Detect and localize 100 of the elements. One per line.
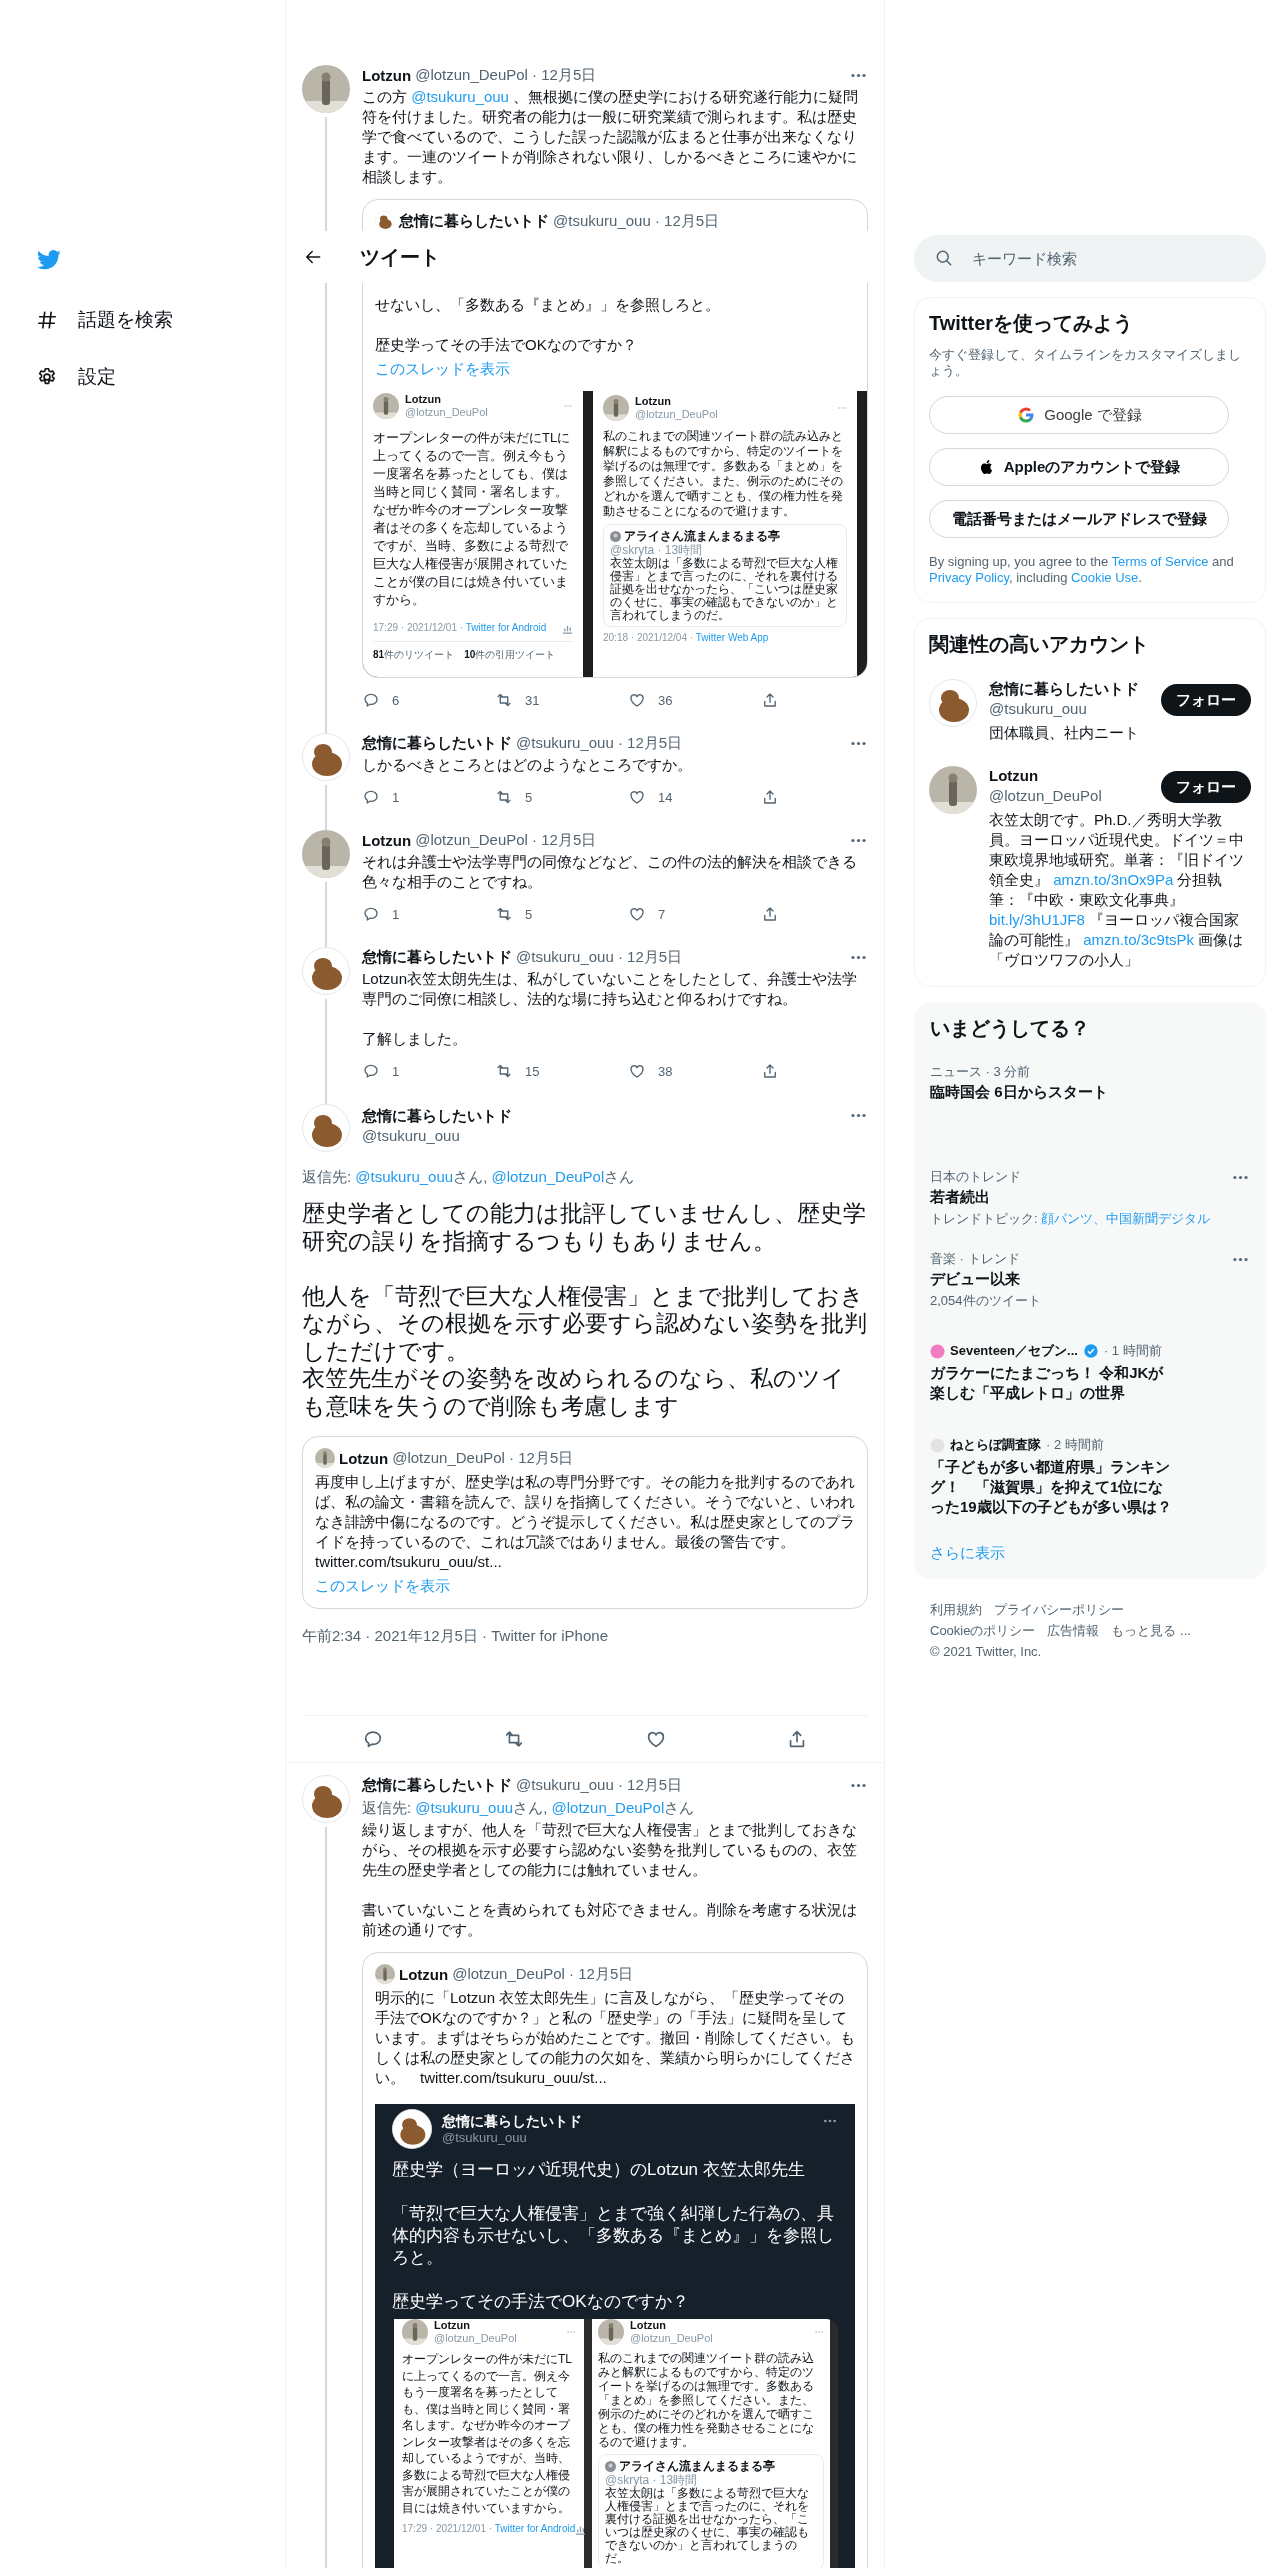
user-handle: @tsukuru_ouu xyxy=(989,699,1088,719)
avatar xyxy=(392,2109,432,2149)
avatar[interactable] xyxy=(302,830,350,878)
user-name[interactable]: 怠惰に暮らしたいトド xyxy=(989,679,1139,699)
user-name[interactable]: 怠惰に暮らしたいトド xyxy=(362,1106,512,1126)
share-icon[interactable] xyxy=(761,788,779,806)
tweet-meta: @skryta · 13時間 xyxy=(610,543,703,557)
user-name[interactable]: Lotzun xyxy=(989,766,1102,786)
retweet-icon[interactable] xyxy=(495,1062,513,1080)
nav-link[interactable]: 話題を検索 xyxy=(36,307,173,333)
trend-meta: 日本のトレンド xyxy=(930,1169,1021,1185)
footer-link[interactable]: 利用規約 xyxy=(930,1599,982,1620)
retweet-icon[interactable] xyxy=(495,788,513,806)
avatar[interactable] xyxy=(302,1104,350,1152)
count-text: 10件の引用ツイート xyxy=(464,648,556,662)
footer-link[interactable]: もっと見る ... xyxy=(1111,1620,1191,1641)
signup-button[interactable]: Appleのアカウントで登録 xyxy=(929,448,1229,486)
tweet-text: 衣笠太朗は「多数による苛烈で巨大な人権侵害」とまで言ったのに、それを裏付ける証拠を出せなかったら、「こいつは歴史家のくせに、事実の確認もできないのか」と言われてしまうのだ。 xyxy=(605,2487,810,2565)
trend-meta: · 2 時間前 xyxy=(1046,1437,1104,1453)
like-icon[interactable] xyxy=(628,691,646,709)
user-handle: @tsukuru_ouu xyxy=(442,2130,528,2146)
count-text: 81件のリツイート xyxy=(373,648,455,662)
user-name[interactable]: Lotzun xyxy=(362,831,412,849)
avatar xyxy=(402,2319,428,2345)
retweet-count: 5 xyxy=(525,789,533,805)
user-name: 怠惰に暮らしたいトド xyxy=(442,2112,582,2130)
reply-count: 6 xyxy=(392,692,400,708)
quoted-tweet[interactable] xyxy=(362,1952,868,2568)
footer-link[interactable]: 広告情報 xyxy=(1047,1620,1100,1641)
follow-button[interactable]: フォロー xyxy=(1161,684,1251,716)
share-icon[interactable] xyxy=(761,905,779,923)
copyright-text: © 2021 Twitter, Inc. xyxy=(930,1643,1043,1661)
user-name: Lotzun xyxy=(339,1449,389,1467)
tweet-text: オープンレターの件が未だにTLに上ってくるので一言。例え今もう一度署名を募ったとしても、僕は当時と同じく賛同・署名します。なぜか昨今のオープンレター攻撃者はその多くを忘却しているようですが、当時、多数による苛烈で巨大な人権侵害が展開されていたことが僕の目には焼き付いていますから。 xyxy=(402,2351,573,2516)
user-handle: @lotzun_DeuPol xyxy=(989,786,1102,806)
reply-icon[interactable] xyxy=(362,905,380,923)
quoted-tweet[interactable] xyxy=(302,1436,868,1609)
like-icon[interactable] xyxy=(628,905,646,923)
share-icon[interactable] xyxy=(761,691,779,709)
user-name[interactable]: 怠惰に暮らしたいトド xyxy=(362,733,512,753)
tweet-text: せないし、「多数ある『まとめ』」を参照しろと。 xyxy=(375,295,721,315)
avatar[interactable] xyxy=(302,65,350,113)
nav-link[interactable]: 設定 xyxy=(36,364,116,390)
tweet-text: 私のこれまでの関連ツイート群の読み込みと解釈によるものですから、特定のツイートを挙げるのは無理です。多数ある「まとめ」を参照してください。また、例示のためにそのどれかを選んで晒すことも、僕の権力性を発動させることになるので避けます。 xyxy=(598,2351,815,2449)
hashtag-icon[interactable] xyxy=(36,309,58,331)
tweet-text: 衣笠先生がその姿勢を改められるのなら、私のツイも意味を失うので削除も考慮します xyxy=(302,1365,846,1420)
trend-item[interactable]: 音楽 · トレンド デビュー以来 2,054件のツイート xyxy=(914,1239,1266,1321)
avatar xyxy=(605,2460,616,2472)
retweet-count: 15 xyxy=(525,1063,540,1079)
user-name: Lotzun xyxy=(405,393,443,406)
signup-button[interactable]: 電話番号またはメールアドレスで登録 xyxy=(929,500,1229,538)
user-name[interactable]: 怠惰に暮らしたいトド xyxy=(362,1775,512,1795)
like-count: 7 xyxy=(658,906,666,922)
tweet-meta: @tsukuru_ouu · 12月5日 xyxy=(553,211,720,231)
tweet-timestamp: 17:29 · 2021/12/01 · Twitter for Android xyxy=(402,2522,576,2536)
user-handle: @lotzun_DeuPol xyxy=(635,408,718,421)
user-name[interactable]: 怠惰に暮らしたいトド xyxy=(362,947,512,967)
tweet-text: 再度申し上げますが、歴史学は私の専門分野です。その能力を批判するのであれば、私の論文・書籍を読んで、誤りを指摘してください。そうでないと、いわれなき誹謗中傷になるのです。どうぞ提示してください。私は歴史家としてのプライドを持っているので、これは冗談ではありません。最後の警告です。 xyxy=(315,1472,855,1552)
tweet-text: 歴史学ってその手法でOKなのですか？ xyxy=(375,335,638,355)
attached-image[interactable] xyxy=(363,391,867,677)
avatar xyxy=(315,1448,335,1468)
tweet-timestamp: 20:18 · 2021/12/04 · Twitter Web App xyxy=(603,631,769,645)
signup-button[interactable]: Google で登録 xyxy=(929,396,1229,434)
footer-link[interactable]: Cookieのポリシー xyxy=(930,1620,1036,1641)
retweet-icon[interactable] xyxy=(495,691,513,709)
tweet-text: 歴史学ってその手法でOKなのですか？ xyxy=(392,2291,690,2313)
search-field[interactable]: キーワード検索 xyxy=(914,235,1266,282)
avatar[interactable] xyxy=(929,679,977,727)
tweet-meta: @skryta · 13時間 xyxy=(605,2473,698,2487)
retweet-icon[interactable] xyxy=(495,905,513,923)
tweet-text: それは弁護士や法学専門の同僚などなど、この件の法的解決を相談できる色々な相手のことですね。 xyxy=(362,852,858,892)
avatar[interactable] xyxy=(302,947,350,995)
trend-title: 臨時国会 6日からスタート xyxy=(930,1082,1109,1102)
avatar[interactable] xyxy=(929,766,977,814)
trend-meta: ニュース · 3 分前 xyxy=(930,1064,1032,1080)
terms-text: By signing up, you agree to the Terms of Service and Privacy Policy, including Cookie Use. xyxy=(929,554,1235,586)
user-name[interactable]: Lotzun xyxy=(362,66,412,84)
footer-link[interactable]: プライバシーポリシー xyxy=(994,1599,1124,1620)
trend-meta: · 1 時間前 xyxy=(1103,1343,1162,1359)
trend-item[interactable]: Seventeen／セブン... · 1 時間前 ガラケーにたまごっち！ 令和JKが楽しむ「平成レトロ」の世界 xyxy=(914,1321,1266,1415)
user-handle: @lotzun_DeuPol xyxy=(434,2332,517,2345)
like-icon[interactable] xyxy=(628,1062,646,1080)
reply-count: 1 xyxy=(392,906,400,922)
reply-to-text: 返信先: @tsukuru_ouuさん, @lotzun_DeuPolさん xyxy=(362,1798,696,1818)
avatar[interactable] xyxy=(302,733,350,781)
tweet-text: 私のこれまでの関連ツイート群の読み込みと解釈によるものですから、特定のツイートを挙げるのは無理です。多数ある「まとめ」を参照してください。また、例示のためにそのどれかを選んで晒すことも、僕の権力性を発動させることになるので避けます。 xyxy=(603,429,844,519)
trend-item[interactable]: 日本のトレンド 若者続出 トレンドトピック: 顔パンツ、中国新聞デジタル xyxy=(914,1157,1266,1239)
share-icon[interactable] xyxy=(761,1062,779,1080)
reply-icon[interactable] xyxy=(362,1062,380,1080)
trend-item[interactable]: ニュース · 3 分前 臨時国会 6日からスタート xyxy=(914,1052,1266,1157)
follow-button[interactable]: フォロー xyxy=(1161,771,1251,803)
attached-image[interactable] xyxy=(375,2104,855,2568)
tweet-timestamp: 17:29 · 2021/12/01 · Twitter for Android xyxy=(373,621,547,635)
reply-icon[interactable] xyxy=(362,788,380,806)
user-handle: @lotzun_DeuPol xyxy=(630,2332,713,2345)
card-title: Twitterを使ってみよう xyxy=(929,311,1135,335)
trend-item[interactable]: ねとらぼ調査隊 · 2 時間前 「子どもが多い都道府県」ランキング！ 「滋賀県」を抑えて1位になった19歳以下の子どもが多い県は？ xyxy=(914,1415,1266,1529)
like-icon[interactable] xyxy=(628,788,646,806)
reply-icon[interactable] xyxy=(362,691,380,709)
avatar[interactable] xyxy=(302,1775,350,1823)
